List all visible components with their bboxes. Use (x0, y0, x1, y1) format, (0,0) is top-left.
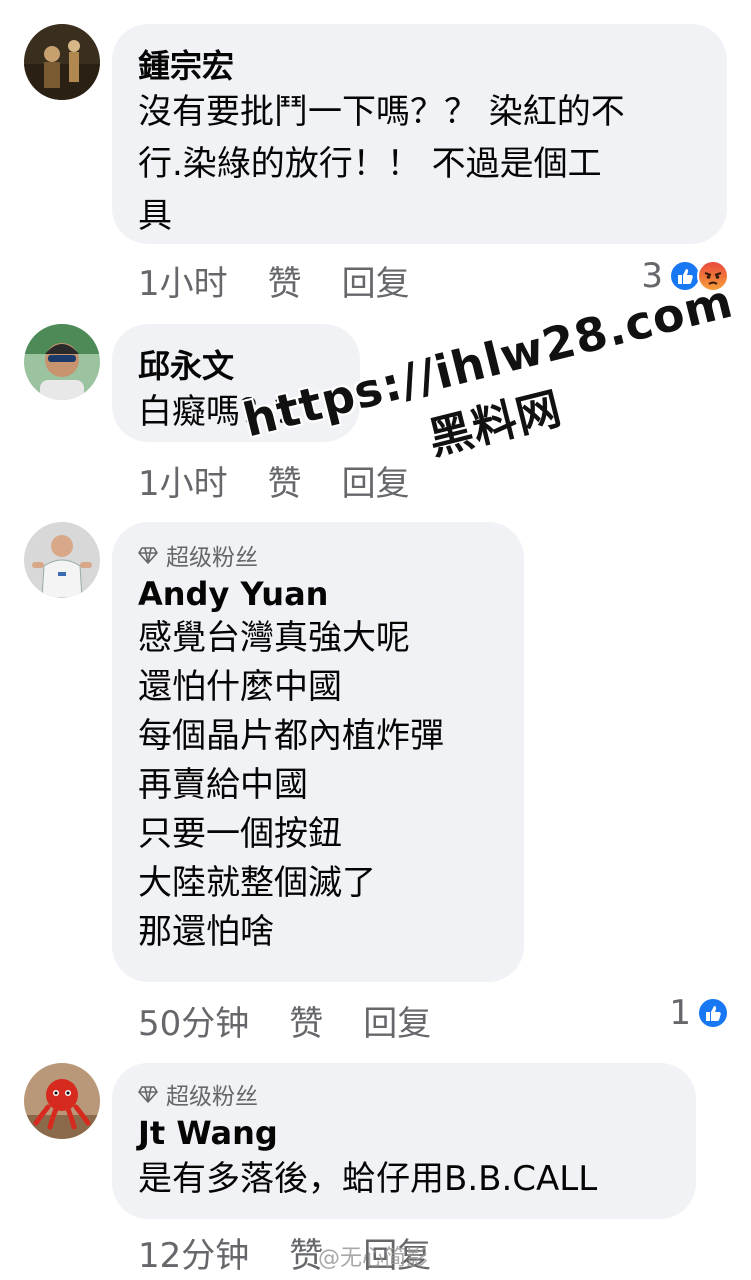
commenter-name[interactable]: 鍾宗宏 (138, 46, 701, 86)
top-fan-badge: 超级粉丝 (138, 1079, 670, 1110)
comment-bubble: 超级粉丝 Jt Wang 是有多落後，蛤仔用B.B.CALL (112, 1063, 696, 1219)
like-button[interactable]: 赞 (289, 996, 323, 1045)
avatar-image (24, 1063, 100, 1139)
avatar[interactable] (24, 324, 100, 400)
comment-bubble: 鍾宗宏 沒有要批鬥一下嗎？？ 染紅的不 行.染綠的放行！！ 不過是個工 具 (112, 24, 727, 244)
timestamp[interactable]: 12分钟 (138, 1228, 249, 1277)
comment-bubble: 邱永文 白癡嗎？？ (112, 324, 360, 442)
top-fan-badge: 超级粉丝 (138, 540, 498, 571)
comment-bubble: 超级粉丝 Andy Yuan 感覺台灣真強大呢 還怕什麼中國 每個晶片都內植炸彈… (112, 522, 524, 982)
commenter-name[interactable]: Andy Yuan (138, 574, 498, 614)
reply-button[interactable]: 回复 (342, 456, 410, 505)
avatar-image (24, 324, 100, 400)
timestamp[interactable]: 1小时 (138, 256, 228, 305)
watermark-sub: 黑料网 (423, 383, 567, 466)
comment-actions: 1小时 赞 回复 (138, 256, 450, 305)
badge-label: 超级粉丝 (166, 545, 258, 571)
reaction-summary[interactable]: 3 (641, 256, 729, 296)
badge-label: 超级粉丝 (166, 1084, 258, 1110)
avatar-image (24, 522, 100, 598)
comment-text: 是有多落後，蛤仔用B.B.CALL (138, 1159, 598, 1199)
timestamp[interactable]: 50分钟 (138, 996, 249, 1045)
comment-text: 白癡嗎？？ (138, 392, 308, 432)
avatar-image (24, 24, 100, 100)
comment-text: 沒有要批鬥一下嗎？？ 染紅的不 行.染綠的放行！！ 不過是個工 具 (138, 92, 625, 236)
comment-actions: 50分钟 赞 回复 (138, 996, 471, 1045)
commenter-name[interactable]: 邱永文 (138, 346, 334, 386)
avatar[interactable] (24, 1063, 100, 1139)
reaction-count: 1 (669, 993, 691, 1033)
comment-text: 感覺台灣真強大呢 還怕什麼中國 每個晶片都內植炸彈 再賣給中國 只要一個按鈕 大… (138, 618, 444, 952)
avatar[interactable] (24, 24, 100, 100)
like-button[interactable]: 赞 (268, 456, 302, 505)
diamond-icon (138, 1086, 158, 1103)
reaction-summary[interactable]: 1 (669, 993, 729, 1033)
source-watermark: @无心简影 (318, 1246, 429, 1271)
diamond-icon (138, 547, 158, 564)
like-icon (697, 997, 729, 1029)
like-button[interactable]: 赞 (268, 256, 302, 305)
timestamp[interactable]: 1小时 (138, 456, 228, 505)
reply-button[interactable]: 回复 (342, 256, 410, 305)
angry-icon (697, 260, 729, 292)
commenter-name[interactable]: Jt Wang (138, 1113, 670, 1153)
comment-actions: 1小时 赞 回复 (138, 456, 450, 505)
reaction-count: 3 (641, 256, 663, 296)
reply-button[interactable]: 回复 (363, 996, 431, 1045)
avatar[interactable] (24, 522, 100, 598)
